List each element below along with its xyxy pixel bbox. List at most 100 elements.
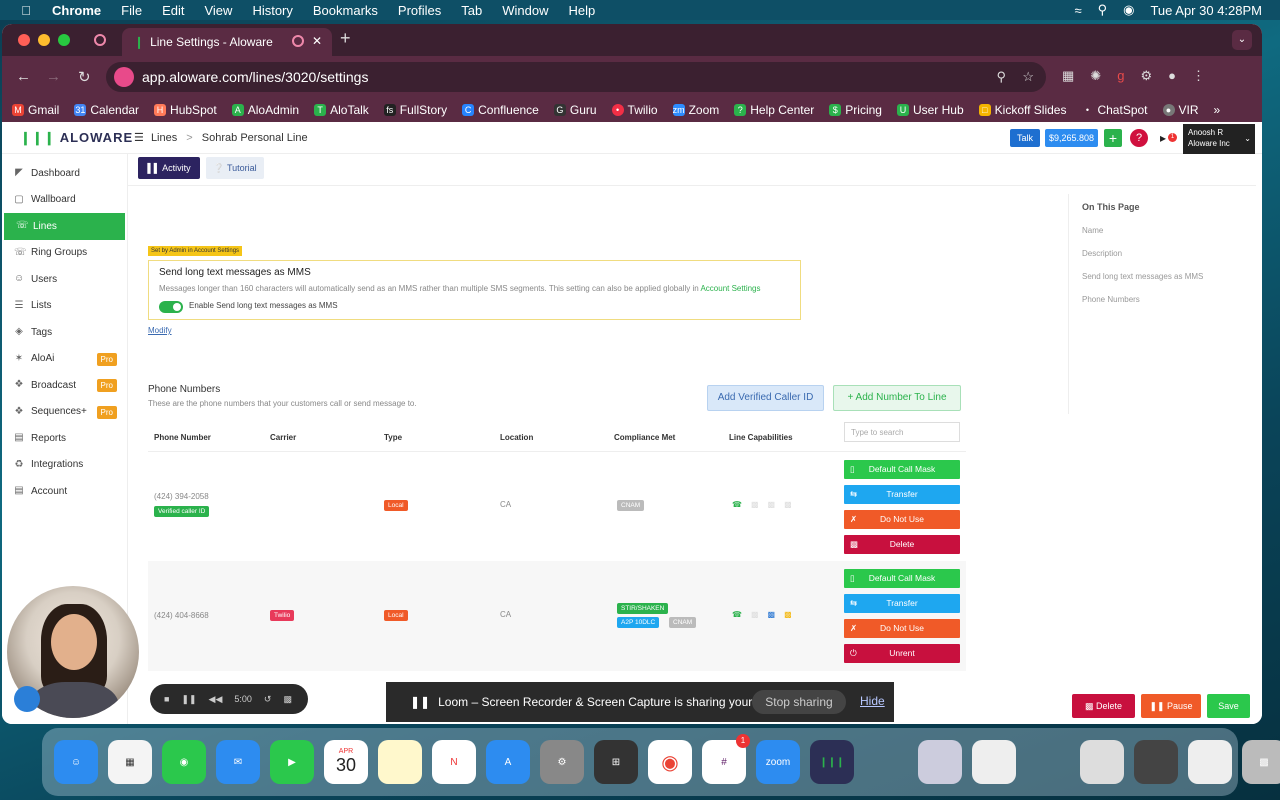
unrent-button[interactable]: ⏻ Unrent <box>844 644 960 663</box>
menu-chrome[interactable]: Chrome <box>52 3 101 18</box>
add-verified-caller-id-button[interactable]: Add Verified Caller ID <box>707 385 824 411</box>
talk-button[interactable]: Talk <box>1010 129 1040 147</box>
stop-recording-icon[interactable]: ■ <box>164 694 169 704</box>
profile-avatar-icon[interactable]: ● <box>1168 68 1176 84</box>
news-icon[interactable]: N <box>432 740 476 784</box>
hide-banner-link[interactable]: Hide <box>860 694 885 708</box>
menu-history[interactable]: History <box>252 3 292 18</box>
pause-line-button[interactable]: ❚❚ Pause <box>1141 694 1201 718</box>
bookmark-calendar[interactable]: 31 Calendar <box>74 103 139 117</box>
url-bar[interactable]: app.aloware.com/lines/3020/settings ⚲ ☆ <box>106 62 1046 92</box>
system-settings-icon[interactable]: ⚙ <box>540 740 584 784</box>
nav-link-name[interactable]: Name <box>1082 226 1258 235</box>
minimize-window-button[interactable] <box>38 34 50 46</box>
slack-icon[interactable]: #1 <box>702 734 750 784</box>
do-not-use-button[interactable]: ✗ Do Not Use <box>844 510 960 529</box>
mail-icon[interactable]: ✉ <box>216 740 260 784</box>
account-settings-link[interactable]: Account Settings <box>700 284 760 293</box>
bookmark-alotalk[interactable]: T AloTalk <box>314 103 369 117</box>
messages-icon[interactable]: ◉ <box>162 740 206 784</box>
sidebar-item-aloai[interactable]: ✶ AloAi Pro <box>2 346 127 373</box>
chrome-menu-icon[interactable]: ⋮ <box>1192 68 1205 84</box>
app-store-icon[interactable]: A <box>486 740 530 784</box>
new-tab-button[interactable]: + <box>340 28 351 49</box>
rewind-icon[interactable]: ◀◀ <box>209 694 223 705</box>
default-call-mask-button[interactable]: ▯ Default Call Mask <box>844 460 960 479</box>
reload-icon[interactable]: ↻ <box>78 68 91 86</box>
bookmark-star-icon[interactable]: ☆ <box>1022 69 1034 85</box>
restart-icon[interactable]: ↺ <box>264 694 272 705</box>
menu-bookmarks[interactable]: Bookmarks <box>313 3 378 18</box>
mms-toggle[interactable] <box>159 301 183 313</box>
menu-file[interactable]: File <box>121 3 142 18</box>
bookmarks-overflow-icon[interactable]: » <box>1214 103 1221 117</box>
default-call-mask-button[interactable]: ▯ Default Call Mask <box>844 569 960 588</box>
calculator-icon[interactable]: ⊞ <box>594 740 638 784</box>
balance-badge[interactable]: $9,265.808 <box>1045 129 1098 147</box>
menu-help[interactable]: Help <box>569 3 596 18</box>
trash-bin-icon[interactable]: ▩ <box>1242 740 1280 784</box>
sidebar-item-integrations[interactable]: ♻ Integrations <box>2 452 127 479</box>
sidebar-item-users[interactable]: ☺ Users <box>2 266 127 293</box>
pause-recording-icon[interactable]: ❚❚ <box>181 694 196 705</box>
transfer-button[interactable]: ⇆ Transfer <box>844 594 960 613</box>
nav-link-mms[interactable]: Send long text messages as MMS <box>1082 272 1258 281</box>
window-thumbnail-icon[interactable] <box>1134 740 1178 784</box>
hamburger-icon[interactable]: ☰ <box>134 132 144 144</box>
bookmark-vir[interactable]: ● VIR <box>1162 103 1199 117</box>
preview-icon[interactable] <box>918 740 962 784</box>
bookmark-guru[interactable]: G Guru <box>553 103 597 117</box>
calendar-app-icon[interactable]: APR 30 <box>324 740 368 784</box>
back-icon[interactable]: ← <box>16 68 31 85</box>
bookmark-chatspot[interactable]: • ChatSpot <box>1081 103 1148 117</box>
wifi-icon[interactable]: ≈ <box>1074 3 1081 18</box>
sidebar-item-lines[interactable]: ☏ Lines <box>4 213 125 240</box>
bookmark-kickoff-slides[interactable]: □ Kickoff Slides <box>978 103 1066 117</box>
sidebar-item-ring-groups[interactable]: ☏ Ring Groups <box>2 240 127 267</box>
bookmark-gmail[interactable]: M Gmail <box>12 103 59 117</box>
stop-sharing-button[interactable]: Stop sharing <box>752 690 846 714</box>
sidebar-item-wallboard[interactable]: ▢ Wallboard <box>2 187 127 214</box>
close-window-button[interactable] <box>18 34 30 46</box>
menu-window[interactable]: Window <box>502 3 548 18</box>
sidebar-item-tags[interactable]: ◈ Tags <box>2 319 127 346</box>
grammarly-icon[interactable]: g <box>1117 68 1124 84</box>
control-center-icon[interactable]: ◉ <box>1123 2 1134 18</box>
sidebar-item-sequences[interactable]: ❖ Sequences+ Pro <box>2 399 127 426</box>
tutorial-button[interactable]: ❔ Tutorial <box>206 157 264 179</box>
bookmark-zoom[interactable]: zm Zoom <box>672 103 719 117</box>
aloware-logo[interactable]: ❙❙❙ ALOWARE <box>20 130 133 146</box>
spotlight-icon[interactable]: ⚲ <box>1098 2 1108 18</box>
menu-edit[interactable]: Edit <box>162 3 184 18</box>
chrome-icon[interactable]: ◉ <box>648 740 692 784</box>
window-thumbnail-icon[interactable] <box>1188 740 1232 784</box>
puzzle-icon[interactable]: ⚙ <box>1140 68 1152 84</box>
discard-icon[interactable]: ▩ <box>283 694 292 705</box>
tab-search-button[interactable]: ⌄ <box>1232 30 1252 50</box>
document-stack-icon[interactable] <box>1080 740 1124 784</box>
add-icon[interactable]: + <box>1104 129 1122 147</box>
sidebar-item-account[interactable]: ▤ Account <box>2 478 127 505</box>
bookmark-user-hub[interactable]: U User Hub <box>896 103 964 117</box>
textedit-icon[interactable] <box>972 740 1016 784</box>
close-tab-icon[interactable]: ✕ <box>312 34 322 48</box>
tab-line-settings[interactable]: ❙ Line Settings - Aloware ✕ <box>122 28 332 56</box>
zoom-window-button[interactable] <box>58 34 70 46</box>
bookmark-aloadmin[interactable]: A AloAdmin <box>231 103 299 117</box>
forward-icon[interactable]: → <box>46 68 61 85</box>
sidebar-item-lists[interactable]: ☰ Lists <box>2 293 127 320</box>
save-button[interactable]: Save <box>1207 694 1250 718</box>
aloware-app-icon[interactable]: ❙❙❙ <box>810 740 854 784</box>
delete-line-button[interactable]: ▩ Delete <box>1072 694 1135 718</box>
clock[interactable]: Tue Apr 30 4:28PM <box>1150 3 1262 18</box>
bookmark-pricing[interactable]: $ Pricing <box>829 103 882 117</box>
apple-icon[interactable]:  <box>18 3 34 18</box>
user-menu[interactable]: Anoosh R Aloware Inc ⌄ <box>1183 124 1255 154</box>
extension-icon[interactable]: ✺ <box>1090 68 1101 84</box>
finder-icon[interactable]: ☺ <box>54 740 98 784</box>
sidebar-item-broadcast[interactable]: ❖ Broadcast Pro <box>2 372 127 399</box>
extension-icon[interactable]: ▦ <box>1062 68 1074 84</box>
bookmark-hubspot[interactable]: H HubSpot <box>154 103 217 117</box>
delete-number-button[interactable]: ▩ Delete <box>844 535 960 554</box>
bookmark-twilio[interactable]: • Twilio <box>611 103 658 117</box>
